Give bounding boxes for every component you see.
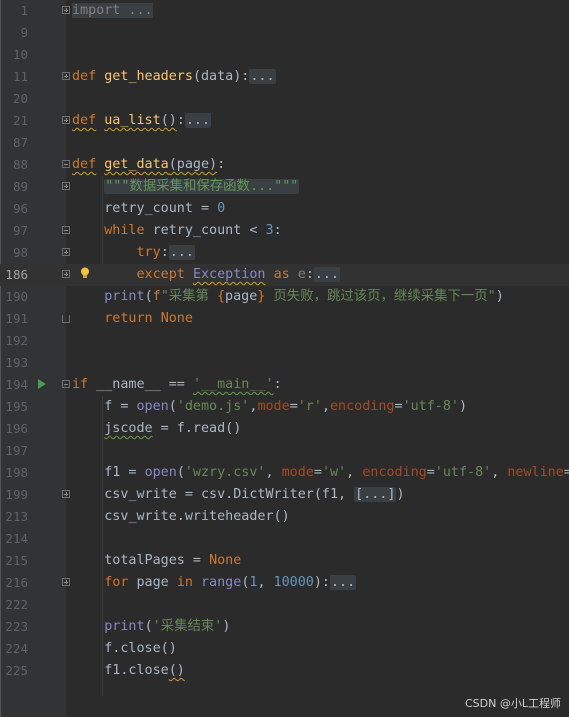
fold-expand-icon[interactable]	[62, 578, 70, 586]
code-line[interactable]: 9	[0, 22, 569, 44]
code-line[interactable]: 194 if __name__ == '__main__':	[0, 374, 569, 396]
code-line[interactable]: 191 return None	[0, 308, 569, 330]
code-line[interactable]: 222	[0, 594, 569, 616]
line-number: 215	[5, 553, 28, 568]
line-number: 193	[5, 355, 28, 370]
code-text[interactable]: f1.close()	[72, 660, 185, 682]
line-number: 190	[5, 289, 28, 304]
fold-expand-icon[interactable]	[62, 248, 70, 256]
code-line[interactable]: 11 def get_headers(data):...	[0, 66, 569, 88]
line-number: 21	[12, 113, 28, 128]
line-number: 186	[5, 267, 28, 282]
fold-collapse-icon[interactable]	[62, 380, 70, 388]
code-text[interactable]: while retry_count < 3:	[72, 220, 281, 242]
code-line[interactable]: 190 print(f"采集第 {page} 页失败，跳过该页，继续采集下一页"…	[0, 286, 569, 308]
fold-end-icon[interactable]	[62, 315, 70, 323]
code-text[interactable]: def ua_list():...	[72, 110, 212, 132]
code-text[interactable]: totalPages = None	[72, 550, 241, 572]
code-line[interactable]: 21 def ua_list():...	[0, 110, 569, 132]
line-number: 11	[12, 69, 28, 84]
import-folded[interactable]: import ...	[72, 3, 153, 18]
code-line[interactable]: 10	[0, 44, 569, 66]
code-text[interactable]: def get_headers(data):...	[72, 66, 276, 88]
line-number: 214	[5, 531, 28, 546]
code-line[interactable]: 89 """数据采集和保存函数..."""	[0, 176, 569, 198]
code-line[interactable]: 193	[0, 352, 569, 374]
code-line[interactable]: 87	[0, 132, 569, 154]
fold-expand-icon[interactable]	[62, 490, 70, 498]
code-text[interactable]: print('采集结束')	[72, 616, 230, 638]
code-text[interactable]: return None	[72, 308, 193, 330]
code-text[interactable]: f1 = open('wzry.csv', mode='w', encoding…	[72, 462, 569, 484]
line-number: 10	[12, 47, 28, 62]
code-text[interactable]: """数据采集和保存函数..."""	[72, 176, 300, 198]
fold-expand-icon[interactable]	[62, 182, 70, 190]
fold-expand-icon[interactable]	[62, 116, 70, 124]
line-number: 223	[5, 619, 28, 634]
code-line[interactable]: 1 import ...	[0, 0, 569, 22]
code-line[interactable]: 98 try:...	[0, 242, 569, 264]
line-number: 222	[5, 597, 28, 612]
code-line-current[interactable]: 186 except Exception as e:...	[0, 264, 569, 286]
line-number: 196	[5, 421, 28, 436]
code-text[interactable]: csv_write.writeheader()	[72, 506, 289, 528]
line-number: 225	[5, 663, 28, 678]
code-text[interactable]: print(f"采集第 {page} 页失败，跳过该页，继续采集下一页")	[72, 286, 504, 308]
code-line[interactable]: 213 csv_write.writeheader()	[0, 506, 569, 528]
fold-expand-icon[interactable]	[62, 6, 70, 14]
line-number: 224	[5, 641, 28, 656]
line-number: 199	[5, 487, 28, 502]
code-text[interactable]: jscode = f.read()	[72, 418, 241, 440]
fold-expand-icon[interactable]	[62, 270, 70, 278]
code-text[interactable]: except Exception as e:...	[72, 264, 341, 286]
line-number: 192	[5, 333, 28, 348]
line-number: 89	[12, 179, 28, 194]
code-line[interactable]: 216 for page in range(1, 10000):...	[0, 572, 569, 594]
code-line[interactable]: 197	[0, 440, 569, 462]
line-number: 9	[20, 25, 28, 40]
line-number: 1	[20, 3, 28, 18]
code-line[interactable]: 225 f1.close()	[0, 660, 569, 682]
code-line[interactable]: 97 while retry_count < 3:	[0, 220, 569, 242]
line-number: 88	[12, 157, 28, 172]
watermark: CSDN @小L工程师	[465, 697, 561, 710]
line-number: 97	[12, 223, 28, 238]
code-line[interactable]: 199 csv_write = csv.DictWriter(f1, [...]…	[0, 484, 569, 506]
line-number: 213	[5, 509, 28, 524]
code-line[interactable]: 192	[0, 330, 569, 352]
code-line[interactable]: 20	[0, 88, 569, 110]
code-line[interactable]: 214	[0, 528, 569, 550]
code-text[interactable]: if __name__ == '__main__':	[72, 374, 282, 396]
fold-collapse-icon[interactable]	[62, 226, 70, 234]
code-line[interactable]: 215 totalPages = None	[0, 550, 569, 572]
fold-collapse-icon[interactable]	[62, 160, 70, 168]
code-text[interactable]: retry_count = 0	[72, 198, 225, 220]
code-line[interactable]: 96 retry_count = 0	[0, 198, 569, 220]
code-line[interactable]: 195 f = open('demo.js',mode='r',encoding…	[0, 396, 569, 418]
line-number: 191	[5, 311, 28, 326]
run-icon[interactable]	[38, 379, 46, 389]
code-text[interactable]: try:...	[72, 242, 195, 264]
fold-expand-icon[interactable]	[62, 72, 70, 80]
line-number: 197	[5, 443, 28, 458]
line-number: 216	[5, 575, 28, 590]
code-text[interactable]: def get_data(page):	[72, 154, 225, 176]
line-number: 20	[12, 91, 28, 106]
code-text[interactable]: f = open('demo.js',mode='r',encoding='ut…	[72, 396, 467, 418]
line-number: 198	[5, 465, 28, 480]
code-line[interactable]: 224 f.close()	[0, 638, 569, 660]
line-number: 98	[12, 245, 28, 260]
line-number: 194	[5, 377, 28, 392]
line-number: 96	[12, 201, 28, 216]
line-number: 87	[12, 135, 28, 150]
code-text[interactable]: import ...	[72, 0, 153, 22]
code-line[interactable]: 223 print('采集结束')	[0, 616, 569, 638]
line-number: 195	[5, 399, 28, 414]
code-line[interactable]: 88 def get_data(page):	[0, 154, 569, 176]
code-line[interactable]: 196 jscode = f.read()	[0, 418, 569, 440]
code-line[interactable]: 198 f1 = open('wzry.csv', mode='w', enco…	[0, 462, 569, 484]
code-text[interactable]: f.close()	[72, 638, 177, 660]
code-text[interactable]: csv_write = csv.DictWriter(f1, [...])	[72, 484, 405, 506]
code-text[interactable]: for page in range(1, 10000):...	[72, 572, 357, 594]
